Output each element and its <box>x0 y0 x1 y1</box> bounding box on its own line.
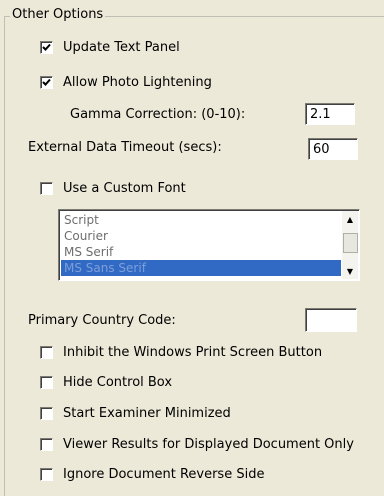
font-list: Script Courier MS Serif MS Sans Serif <box>61 212 341 276</box>
checkbox-box[interactable] <box>40 41 53 54</box>
checkbox-box[interactable] <box>40 346 53 359</box>
hide-control-box-checkbox[interactable]: Hide Control Box <box>40 375 172 390</box>
use-custom-font-checkbox[interactable]: Use a Custom Font <box>40 181 186 196</box>
scroll-down-arrow-icon[interactable]: ▼ <box>342 263 358 279</box>
checkmark-icon <box>42 43 51 51</box>
checkbox-box[interactable] <box>40 407 53 420</box>
checkbox-label: Use a Custom Font <box>63 181 186 196</box>
country-code-input[interactable] <box>305 308 357 332</box>
checkbox-box[interactable] <box>40 438 53 451</box>
font-list-item[interactable]: Courier <box>61 228 341 244</box>
ignore-reverse-side-checkbox[interactable]: Ignore Document Reverse Side <box>40 467 264 482</box>
checkmark-icon <box>42 78 51 86</box>
gamma-label-text: Gamma Correction: (0-10): <box>70 107 246 122</box>
viewer-results-only-checkbox[interactable]: Viewer Results for Displayed Document On… <box>40 437 354 452</box>
country-code-label: Primary Country Code: <box>28 313 176 328</box>
checkbox-label: Allow Photo Lightening <box>63 75 212 90</box>
inhibit-print-screen-checkbox[interactable]: Inhibit the Windows Print Screen Button <box>40 345 322 360</box>
font-list-scrollbar[interactable]: ▲ ▼ <box>342 211 358 279</box>
update-text-panel-checkbox[interactable]: Update Text Panel <box>40 40 180 55</box>
gamma-label: Gamma Correction: (0-10): <box>70 107 245 122</box>
checkbox-label: Update Text Panel <box>63 40 180 55</box>
start-minimized-checkbox[interactable]: Start Examiner Minimized <box>40 406 231 421</box>
scrollbar-thumb[interactable] <box>343 233 358 253</box>
timeout-input[interactable] <box>308 138 358 160</box>
checkbox-box[interactable] <box>40 76 53 89</box>
timeout-label-text: External Data Timeout (secs): <box>28 140 222 155</box>
checkbox-box[interactable] <box>40 182 53 195</box>
group-frame-left-line <box>4 16 5 496</box>
country-code-label-text: Primary Country Code: <box>28 313 176 328</box>
font-list-item[interactable]: MS Serif <box>61 244 341 260</box>
timeout-label: External Data Timeout (secs): <box>28 140 222 155</box>
checkbox-box[interactable] <box>40 376 53 389</box>
font-list-item[interactable]: Script <box>61 212 341 228</box>
checkbox-label: Start Examiner Minimized <box>63 406 231 421</box>
allow-photo-lightening-checkbox[interactable]: Allow Photo Lightening <box>40 75 212 90</box>
font-list-item-selected[interactable]: MS Sans Serif <box>61 260 341 276</box>
group-title: Other Options <box>10 7 106 22</box>
checkbox-label: Ignore Document Reverse Side <box>63 467 265 482</box>
checkbox-box[interactable] <box>40 468 53 481</box>
gamma-input[interactable] <box>305 103 355 125</box>
checkbox-label: Viewer Results for Displayed Document On… <box>63 437 354 452</box>
checkbox-label: Inhibit the Windows Print Screen Button <box>63 345 323 360</box>
font-listbox[interactable]: Script Courier MS Serif MS Sans Serif ▲ … <box>58 209 360 281</box>
group-frame-top-line-right <box>102 16 384 17</box>
scroll-up-arrow-icon[interactable]: ▲ <box>342 211 358 227</box>
checkbox-label: Hide Control Box <box>63 375 173 390</box>
